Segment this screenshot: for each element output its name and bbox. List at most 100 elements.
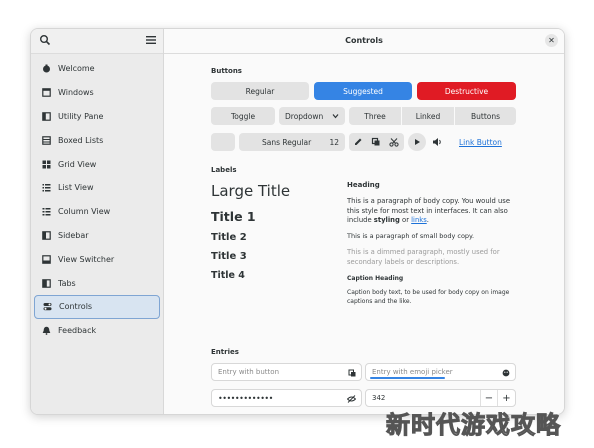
linked-button-buttons[interactable]: Buttons xyxy=(455,107,516,125)
linked-button-linked[interactable]: Linked xyxy=(402,107,454,125)
sidebar-item-label: Controls xyxy=(59,302,93,312)
sidebar-item-label: List View xyxy=(58,183,94,193)
watermark-text: 新时代游戏攻略 xyxy=(386,411,561,440)
sidebar-item-feedback[interactable]: Feedback xyxy=(34,319,160,343)
welcome-icon xyxy=(42,64,51,73)
increment-button[interactable]: + xyxy=(497,390,515,406)
entries-section-label: Entries xyxy=(211,348,239,356)
tabs-icon xyxy=(42,278,51,288)
body-bold: styling xyxy=(373,216,400,224)
title-1: Title 1 xyxy=(211,209,256,224)
password-entry[interactable]: ••••••••••••• xyxy=(211,389,362,407)
sidebar-item-column-view[interactable]: Column View xyxy=(34,200,160,224)
entry-with-button[interactable]: Entry with button xyxy=(211,363,362,381)
sidebar-item-windows[interactable]: Windows xyxy=(34,81,160,105)
sidebar-item-label: Grid View xyxy=(58,159,97,169)
sidebar-item-label: Boxed Lists xyxy=(58,135,104,145)
decrement-button[interactable]: − xyxy=(480,390,497,406)
destructive-button[interactable]: Destructive xyxy=(417,82,516,100)
window-icon xyxy=(42,88,51,97)
caption-heading: Caption Heading xyxy=(347,275,404,282)
link-button[interactable]: Link Button xyxy=(459,138,502,147)
boxed-list-icon xyxy=(42,135,51,145)
pencil-icon[interactable] xyxy=(353,137,363,147)
body-text-mid: or xyxy=(399,216,412,224)
dropdown-button[interactable]: Dropdown xyxy=(279,107,345,125)
buttons-section-label: Buttons xyxy=(211,67,242,75)
sidebar-item-list-view[interactable]: List View xyxy=(34,176,160,200)
entry-with-button-placeholder: Entry with button xyxy=(218,368,280,376)
sidebar-item-label: Column View xyxy=(58,207,111,217)
entry-with-emoji-picker[interactable]: Entry with emoji picker xyxy=(365,363,516,381)
sidebar-item-label: Welcome xyxy=(58,64,95,74)
content-header: Controls ✕ xyxy=(164,29,564,54)
volume-icon[interactable] xyxy=(432,137,443,147)
password-value: ••••••••••••• xyxy=(218,393,273,403)
sidebar-item-label: View Switcher xyxy=(58,254,115,264)
title-4: Title 4 xyxy=(211,270,245,281)
utility-pane-icon xyxy=(42,112,51,121)
close-button[interactable]: ✕ xyxy=(545,34,558,47)
eye-hidden-icon[interactable] xyxy=(347,395,356,403)
caption-text: Caption body text, to be used for body c… xyxy=(347,289,510,305)
sidebar-item-label: Feedback xyxy=(58,326,97,336)
column-view-icon xyxy=(42,207,51,216)
sidebar-list: Welcome Windows Utility Pane Boxed Lists Gri… xyxy=(31,57,163,343)
icon-button-group xyxy=(349,133,404,151)
sidebar-item-tabs[interactable]: Tabs xyxy=(34,271,160,295)
main-content: Controls ✕ Buttons Regular Suggested Des… xyxy=(164,29,564,414)
color-button[interactable] xyxy=(211,133,235,151)
regular-button[interactable]: Regular xyxy=(211,82,309,100)
sidebar-item-label: Sidebar xyxy=(58,230,89,240)
sidebar-item-label: Windows xyxy=(58,88,94,98)
body-link[interactable]: links xyxy=(411,216,427,224)
play-icon xyxy=(415,139,420,145)
dropdown-label: Dropdown xyxy=(285,111,324,121)
sidebar-header xyxy=(31,29,163,54)
suggested-button[interactable]: Suggested xyxy=(314,82,412,100)
sidebar-item-view-switcher[interactable]: View Switcher xyxy=(34,247,160,271)
sidebar-item-utility-pane[interactable]: Utility Pane xyxy=(34,105,160,129)
font-size: 12 xyxy=(329,137,339,147)
emoji-entry-placeholder: Entry with emoji picker xyxy=(372,368,453,376)
spin-value: 342 xyxy=(372,394,386,402)
sidebar-item-label: Utility Pane xyxy=(58,111,104,121)
bell-icon xyxy=(42,326,51,336)
font-button[interactable]: Sans Regular 12 xyxy=(239,133,345,151)
sidebar-icon xyxy=(42,231,51,240)
controls-icon xyxy=(43,302,52,311)
dimmed-paragraph: This is a dimmed paragraph, mostly used … xyxy=(347,248,500,266)
focus-indicator xyxy=(370,377,445,379)
labels-section-label: Labels xyxy=(211,166,237,174)
play-button[interactable] xyxy=(408,133,426,151)
view-switcher-icon xyxy=(42,254,51,264)
sidebar-item-grid-view[interactable]: Grid View xyxy=(34,152,160,176)
paste-icon[interactable] xyxy=(348,369,356,377)
grid-view-icon xyxy=(42,160,51,169)
font-name: Sans Regular xyxy=(262,137,312,147)
sidebar-item-welcome[interactable]: Welcome xyxy=(34,57,160,81)
list-view-icon xyxy=(42,183,51,192)
linked-button-three[interactable]: Three xyxy=(349,107,401,125)
large-title: Large Title xyxy=(211,182,291,200)
sidebar: Welcome Windows Utility Pane Boxed Lists Gri… xyxy=(31,29,164,414)
app-window: Welcome Windows Utility Pane Boxed Lists Gri… xyxy=(30,28,565,415)
emoji-icon[interactable] xyxy=(502,369,510,377)
sidebar-item-controls[interactable]: Controls xyxy=(34,294,160,319)
sidebar-item-label: Tabs xyxy=(58,278,76,288)
body-paragraph: This is a paragraph of body copy. You wo… xyxy=(347,197,517,226)
sidebar-item-boxed-lists[interactable]: Boxed Lists xyxy=(34,128,160,152)
scissors-icon[interactable] xyxy=(389,137,399,147)
body-text-end: . xyxy=(426,216,429,224)
title-3: Title 3 xyxy=(211,251,247,262)
title-2: Title 2 xyxy=(211,232,247,243)
copy-icon[interactable] xyxy=(371,137,381,147)
toggle-button[interactable]: Toggle xyxy=(211,107,275,125)
sidebar-item-sidebar[interactable]: Sidebar xyxy=(34,224,160,248)
chevron-down-icon xyxy=(332,114,339,119)
hamburger-menu-icon[interactable] xyxy=(145,34,157,46)
small-paragraph: This is a paragraph of small body copy. xyxy=(347,232,475,240)
window-title: Controls xyxy=(345,36,383,45)
heading-label: Heading xyxy=(347,181,380,189)
search-icon[interactable] xyxy=(39,34,51,46)
